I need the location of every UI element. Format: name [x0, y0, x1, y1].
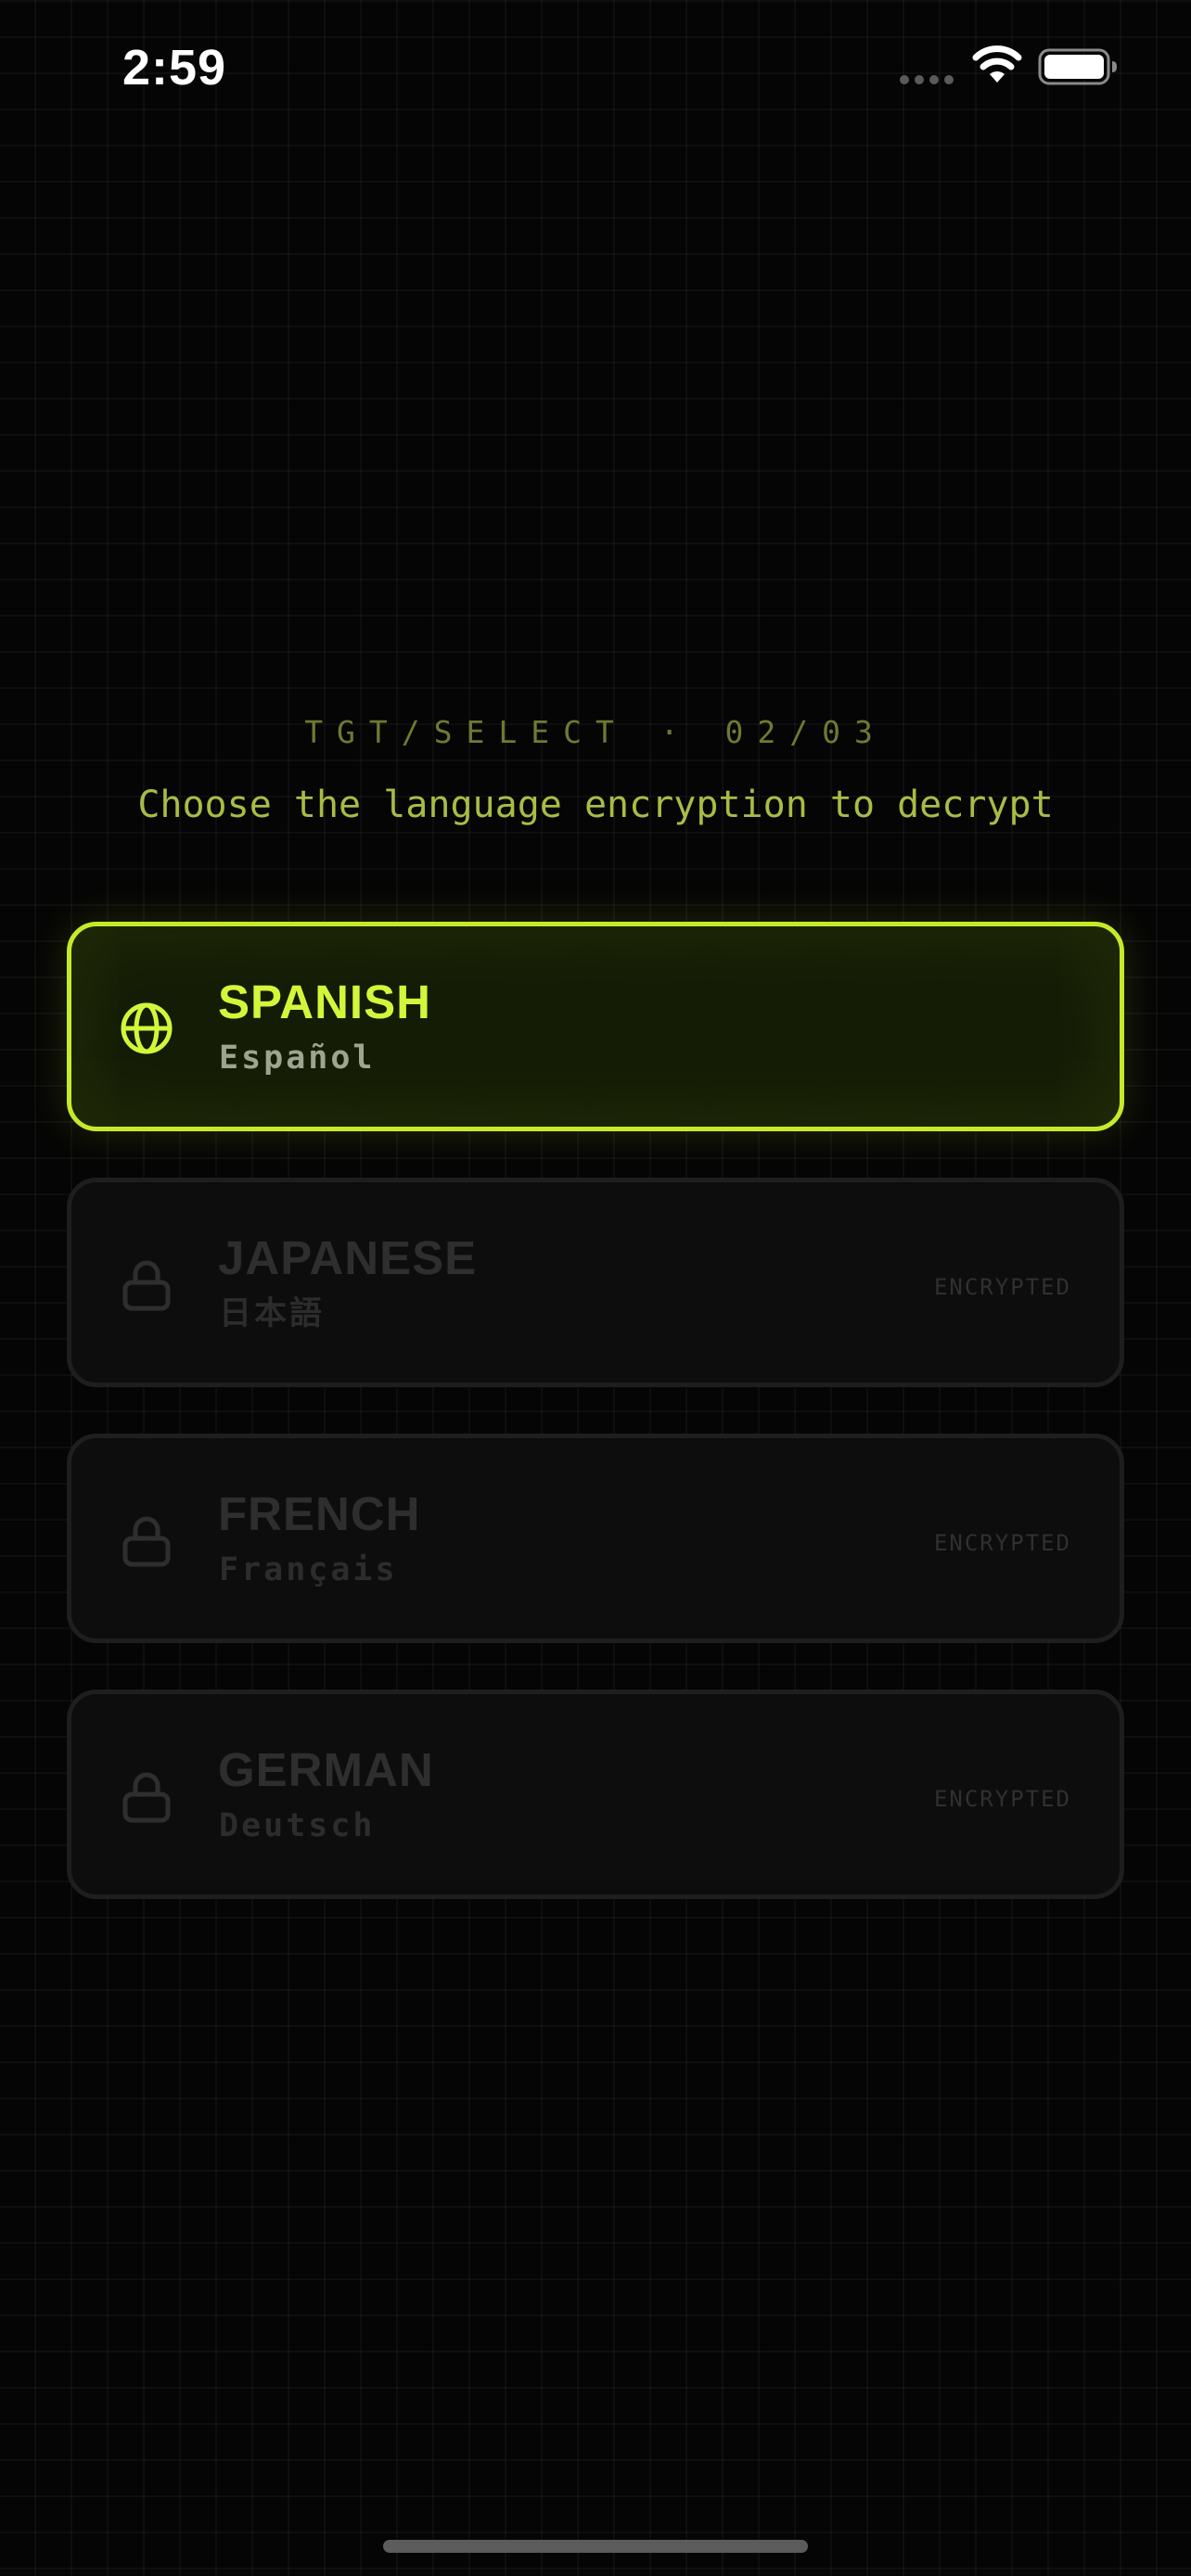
language-name: JAPANESE: [218, 1231, 478, 1284]
encrypted-status-label: ENCRYPTED: [933, 1530, 1071, 1556]
globe-icon: [121, 1002, 173, 1054]
language-native-name: 日本語: [219, 1295, 326, 1333]
screen-subtitle: Choose the language encryption to decryp…: [137, 784, 1054, 826]
encrypted-status-label: ENCRYPTED: [933, 1274, 1071, 1300]
lock-icon: [122, 1260, 171, 1311]
encrypted-status-label: ENCRYPTED: [933, 1786, 1071, 1812]
language-card-spanish[interactable]: SPANISH Español: [67, 922, 1124, 1131]
signal-dots-icon: [900, 72, 957, 85]
language-native-name: Español: [219, 1039, 376, 1077]
language-native-name: Deutsch: [219, 1807, 376, 1844]
battery-full-icon: [1038, 48, 1117, 85]
language-name: FRENCH: [218, 1487, 421, 1540]
wifi-icon: [972, 45, 1022, 83]
lock-icon: [122, 1772, 171, 1823]
status-time: 2:59: [122, 40, 227, 96]
step-label: TGT/SELECT · 02/03: [304, 714, 887, 750]
language-card-french[interactable]: FRENCH Français ENCRYPTED: [67, 1434, 1124, 1643]
language-card-german[interactable]: GERMAN Deutsch ENCRYPTED: [67, 1690, 1124, 1899]
language-name: SPANISH: [218, 976, 431, 1028]
language-native-name: Français: [219, 1551, 398, 1588]
home-indicator[interactable]: [383, 2540, 808, 2553]
lock-icon: [122, 1516, 171, 1567]
status-bar: 2:59: [0, 0, 1191, 139]
language-name: GERMAN: [218, 1743, 434, 1796]
language-card-japanese[interactable]: JAPANESE 日本語 ENCRYPTED: [67, 1178, 1124, 1387]
